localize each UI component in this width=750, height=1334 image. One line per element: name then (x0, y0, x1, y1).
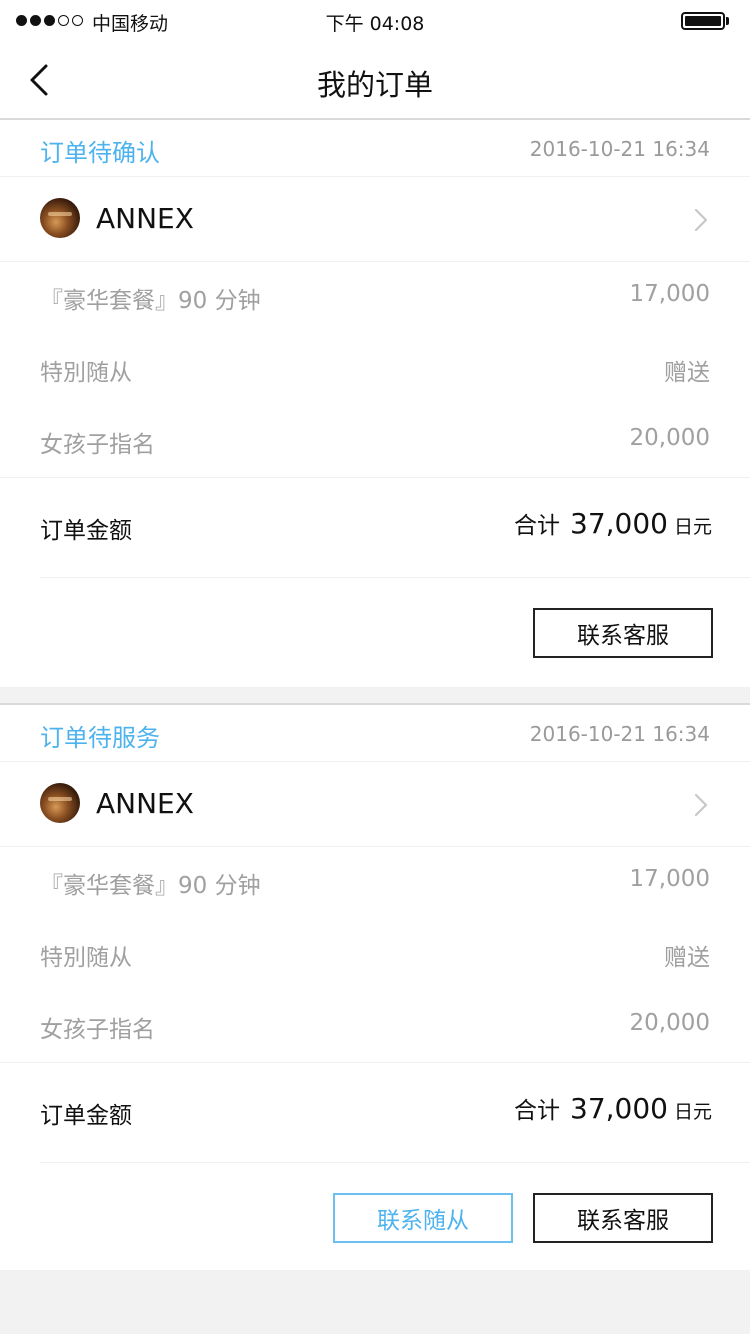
total-label: 订单金额 (40, 518, 132, 544)
order-item-row: 女孩子指名 20,000 (0, 405, 750, 477)
item-label: 女孩子指名 (40, 432, 155, 458)
page-title: 我的订单 (316, 68, 433, 102)
order-card: 订单待服务 2016-10-21 16:34 ANNEX 『豪华套餐』90 分钟… (0, 703, 750, 1270)
shop-avatar (40, 783, 80, 823)
total-unit: 日元 (673, 516, 712, 538)
item-label: 特別随从 (40, 360, 132, 386)
order-status-row: 订单待确认 2016-10-21 16:34 (0, 120, 750, 177)
item-value: 赠送 (664, 360, 710, 386)
item-value: 赠送 (664, 945, 710, 971)
contact-escort-button[interactable]: 联系随从 (333, 1193, 513, 1243)
shop-avatar (40, 198, 80, 238)
shop-row[interactable]: ANNEX (0, 178, 750, 262)
order-item-row: 特別随从 赠送 (0, 333, 750, 405)
item-value: 17,000 (629, 281, 710, 307)
order-status-row: 订单待服务 2016-10-21 16:34 (0, 705, 750, 762)
navigation-bar: 我的订单 (0, 40, 750, 120)
order-datetime: 2016-10-21 16:34 (529, 722, 710, 746)
order-actions: 联系随从 联系客服 (40, 1162, 750, 1272)
total-label: 订单金额 (40, 1103, 132, 1129)
shop-name: ANNEX (96, 787, 194, 820)
status-bar: 中国移动 下午 04:08 (0, 0, 750, 40)
battery-icon (681, 12, 725, 30)
order-item-row: 女孩子指名 20,000 (0, 990, 750, 1062)
total-group: 合计 37,000 日元 (514, 506, 712, 540)
item-value: 20,000 (629, 1010, 710, 1036)
order-actions: 联系客服 (40, 577, 750, 687)
item-label: 『豪华套餐』90 分钟 (40, 873, 261, 899)
battery-tip (726, 17, 729, 25)
total-amount: 37,000 (570, 1092, 668, 1125)
item-value: 20,000 (629, 425, 710, 451)
contact-service-button[interactable]: 联系客服 (533, 608, 713, 658)
order-item-row: 『豪华套餐』90 分钟 17,000 (0, 846, 750, 918)
total-prefix: 合计 (514, 513, 560, 539)
chevron-right-icon (694, 793, 708, 817)
order-card: 订单待确认 2016-10-21 16:34 ANNEX 『豪华套餐』90 分钟… (0, 120, 750, 687)
order-status: 订单待服务 (40, 724, 160, 752)
item-label: 女孩子指名 (40, 1017, 155, 1043)
chevron-right-icon (694, 208, 708, 232)
order-status: 订单待确认 (40, 139, 160, 167)
item-label: 特別随从 (40, 945, 132, 971)
status-time: 下午 04:08 (325, 13, 425, 35)
contact-service-button[interactable]: 联系客服 (533, 1193, 713, 1243)
shop-name: ANNEX (96, 202, 194, 235)
shop-row[interactable]: ANNEX (0, 763, 750, 847)
total-unit: 日元 (673, 1101, 712, 1123)
order-item-row: 特別随从 赠送 (0, 918, 750, 990)
total-prefix: 合计 (514, 1098, 560, 1124)
order-total-row: 订单金额 合计 37,000 日元 (0, 477, 750, 577)
order-item-row: 『豪华套餐』90 分钟 17,000 (0, 261, 750, 333)
order-datetime: 2016-10-21 16:34 (529, 137, 710, 161)
total-group: 合计 37,000 日元 (514, 1091, 712, 1125)
item-value: 17,000 (629, 866, 710, 892)
order-total-row: 订单金额 合计 37,000 日元 (0, 1062, 750, 1162)
item-label: 『豪华套餐』90 分钟 (40, 288, 261, 314)
total-amount: 37,000 (570, 507, 668, 540)
